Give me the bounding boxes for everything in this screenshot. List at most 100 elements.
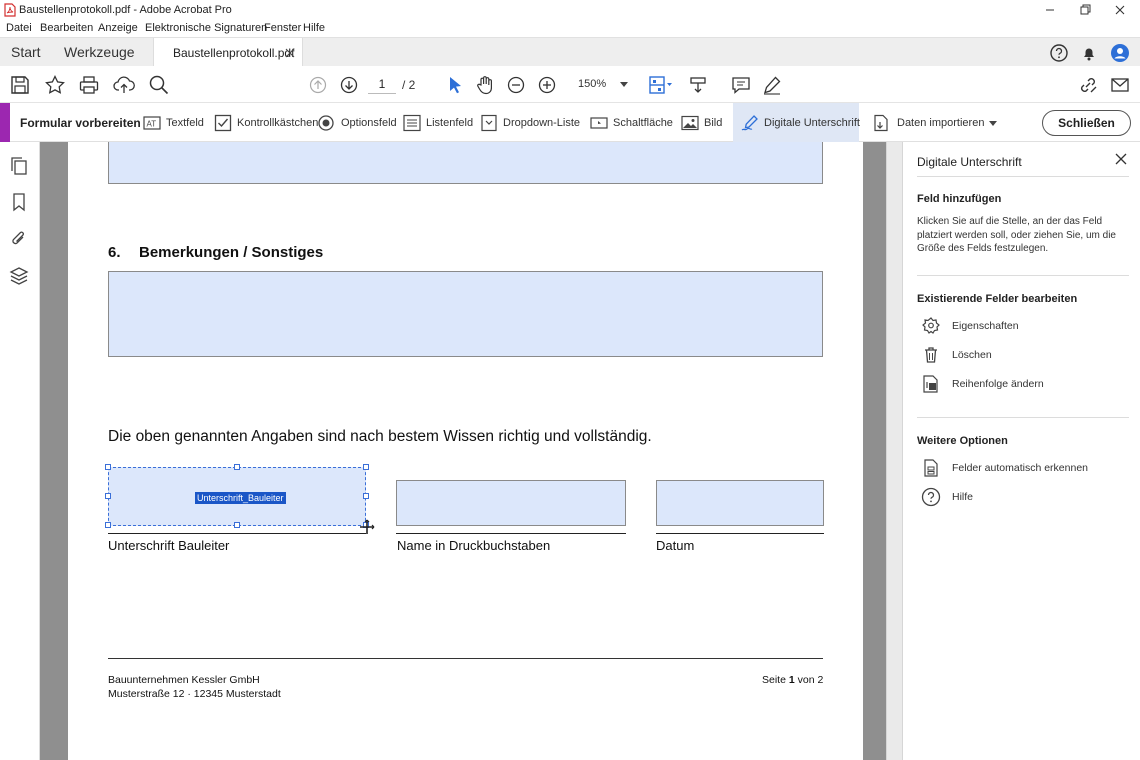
close-tool-button[interactable]: Schließen [1042,110,1131,136]
upload-cloud-icon[interactable] [113,74,135,96]
checkbox-label: Kontrollkästchen [237,117,319,129]
menu-bearbeiten[interactable]: Bearbeiten [40,22,93,34]
resize-handle[interactable] [105,493,111,499]
close-tab-icon[interactable] [285,48,295,58]
resize-handle[interactable] [234,522,240,528]
next-page-icon[interactable] [338,74,360,96]
text-field-icon: AT [143,114,161,132]
properties-label: Eigenschaften [952,320,1019,332]
tab-start[interactable]: Start [11,44,41,60]
email-icon[interactable] [1109,74,1131,96]
zoom-out-icon[interactable] [505,74,527,96]
footer-company: Bauunternehmen Kessler GmbH [108,674,260,686]
resize-handle[interactable] [363,493,369,499]
image-field-icon [681,114,699,132]
name-label: Name in Druckbuchstaben [397,538,551,553]
import-data-label: Daten importieren [897,117,985,129]
zoom-dropdown[interactable]: 150% [570,74,630,94]
declaration-text: Die oben genannten Angaben sind nach bes… [108,428,652,445]
link-edit-icon[interactable] [1077,74,1099,96]
date-line [656,533,824,534]
minimize-button[interactable] [1040,2,1060,18]
page-total: / 2 [402,78,416,92]
document-viewer: 6. Bemerkungen / Sonstiges Die oben gena… [40,142,886,760]
more-options-heading: Weitere Optionen [917,435,1008,447]
help-icon[interactable] [1049,43,1069,63]
close-panel-icon[interactable] [1114,152,1128,166]
reorder-label: Reihenfolge ändern [952,378,1044,390]
save-icon[interactable] [9,74,31,96]
add-checkbox-button[interactable]: Kontrollkästchen [214,103,318,142]
panel-title: Digitale Unterschrift [917,155,1022,169]
print-icon[interactable] [78,74,100,96]
resize-handle[interactable] [105,522,111,528]
page-number-input[interactable]: 1 [368,74,396,94]
button-field-icon [590,114,608,132]
add-digital-signature-button[interactable]: Digitale Unterschrift [733,103,860,142]
search-icon[interactable] [148,74,170,96]
add-list-box-button[interactable]: Listenfeld [403,103,473,142]
close-window-button[interactable] [1110,2,1130,18]
prepare-form-title: Formular vorbereiten [20,116,141,130]
zoom-in-icon[interactable] [536,74,558,96]
resize-handle[interactable] [105,464,111,470]
menu-datei[interactable]: Datei [6,22,32,34]
page-layout-icon[interactable] [647,74,672,96]
text-field-label: Textfeld [166,117,204,129]
form-field-print-name[interactable] [396,480,626,526]
reorder-item[interactable]: Reihenfolge ändern [921,374,1121,394]
bookmarks-icon[interactable] [9,192,29,212]
notification-bell-icon[interactable] [1079,43,1099,63]
comment-icon[interactable] [730,74,752,96]
properties-icon [921,316,941,336]
select-cursor-icon[interactable] [444,74,466,96]
menu-bar: Datei Bearbeiten Anzeige Elektronische S… [0,20,1140,38]
pdf-page: 6. Bemerkungen / Sonstiges Die oben gena… [68,142,863,760]
delete-label: Löschen [952,349,992,361]
highlight-pen-icon[interactable] [761,74,783,96]
bookmark-star-icon[interactable] [44,74,66,96]
resize-handle[interactable] [363,464,369,470]
import-data-button[interactable]: Daten importieren [872,103,998,142]
attachments-icon[interactable] [9,229,29,249]
tab-document[interactable]: Baustellenprotokoll.pdf [153,38,303,67]
menu-fenster[interactable]: Fenster [264,22,301,34]
signature-field-selected[interactable]: Unterschrift_Bauleiter [105,464,369,528]
add-image-field-button[interactable]: Bild [681,103,723,142]
form-field-date[interactable] [656,480,824,526]
properties-item[interactable]: Eigenschaften [921,316,1121,336]
add-button-field-button[interactable]: Schaltfläche [590,103,673,142]
image-field-label: Bild [704,117,723,129]
auto-detect-fields-item[interactable]: Felder automatisch erkennen [921,458,1121,478]
field-name-tag: Unterschrift_Bauleiter [195,492,286,504]
import-data-icon [872,114,890,132]
menu-hilfe[interactable]: Hilfe [303,22,325,34]
menu-anzeige[interactable]: Anzeige [98,22,138,34]
delete-item[interactable]: Löschen [921,345,1121,365]
add-radio-button[interactable]: Optionsfeld [318,103,397,142]
resize-handle[interactable] [234,464,240,470]
vertical-scrollbar[interactable] [886,142,902,760]
user-avatar-icon[interactable] [1110,43,1130,63]
chevron-down-icon [989,121,997,126]
tab-tools[interactable]: Werkzeuge [64,44,135,60]
pdf-file-icon [4,3,16,17]
restore-button[interactable] [1075,2,1095,18]
page-thumbnails-icon[interactable] [9,156,29,176]
form-field-remarks[interactable] [108,271,823,357]
signature-label: Unterschrift Bauleiter [108,538,230,553]
prepare-form-toolbar: Formular vorbereiten AT Textfeld Kontrol… [0,103,1140,142]
digital-signature-label: Digitale Unterschrift [764,117,860,129]
add-field-description: Klicken Sie auf die Stelle, an der das F… [917,216,1116,254]
form-field-previous-section[interactable] [108,142,823,184]
list-box-icon [403,114,421,132]
help-item[interactable]: Hilfe [921,487,1121,507]
previous-page-icon[interactable] [307,74,329,96]
hand-tool-icon[interactable] [474,74,496,96]
scroll-mode-icon[interactable] [687,74,709,96]
menu-elektronische-signaturen[interactable]: Elektronische Signaturen [145,22,267,34]
layers-icon[interactable] [9,266,29,286]
add-text-field-button[interactable]: AT Textfeld [143,103,204,142]
trash-icon [921,345,941,365]
add-dropdown-button[interactable]: Dropdown-Liste [480,103,580,142]
